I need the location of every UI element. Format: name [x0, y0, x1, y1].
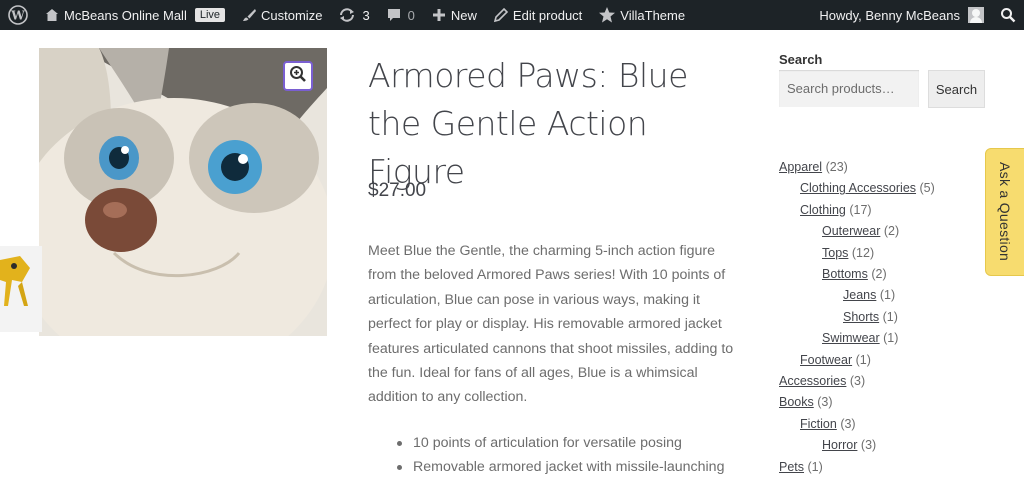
category-link-pets[interactable]: Pets: [779, 460, 804, 474]
villatheme-label: VillaTheme: [620, 7, 686, 23]
pencil-icon: [493, 7, 509, 23]
ask-a-question-tab[interactable]: Ask a Question: [985, 148, 1024, 276]
admin-bar: W McBeans Online Mall Live Customize 3 0…: [0, 0, 1024, 30]
category-link-accessories[interactable]: Accessories: [779, 374, 846, 388]
category-count: (1): [807, 459, 823, 474]
new-content-link[interactable]: New: [423, 0, 485, 30]
my-account-menu[interactable]: Howdy, Benny McBeans: [811, 0, 992, 30]
edit-product-link[interactable]: Edit product: [485, 0, 590, 30]
plus-icon: [431, 7, 447, 23]
gallery-thumbnail[interactable]: [0, 246, 42, 332]
category-count: (17): [849, 202, 872, 217]
category-link-footwear[interactable]: Footwear: [800, 353, 852, 367]
live-badge: Live: [194, 8, 226, 22]
category-link-jeans[interactable]: Jeans: [843, 288, 876, 302]
category-item: Bottoms (2): [779, 264, 935, 285]
category-count: (3): [849, 374, 866, 389]
category-item: Apparel (23): [779, 157, 935, 178]
category-item: Accessories (3): [779, 371, 935, 392]
category-count: (3): [840, 416, 856, 431]
category-link-swimwear[interactable]: Swimwear: [822, 331, 880, 345]
updates-count: 3: [362, 7, 370, 23]
category-link-outerwear[interactable]: Outerwear: [822, 224, 880, 238]
villatheme-link[interactable]: VillaTheme: [590, 0, 693, 30]
home-icon: [44, 7, 60, 23]
category-count: (3): [817, 395, 833, 410]
category-item: Fiction (3): [779, 414, 935, 435]
category-item: Jeans (1): [779, 285, 935, 306]
customize-label: Customize: [261, 7, 323, 23]
category-link-apparel[interactable]: Apparel: [779, 160, 822, 174]
edit-product-label: Edit product: [512, 7, 583, 23]
star-icon: [598, 6, 616, 24]
list-item: Removable armored jacket with missile-la…: [397, 455, 724, 479]
category-item: Swimwear (1): [779, 328, 935, 349]
category-item: Clothing (17): [779, 200, 935, 221]
comment-icon: [386, 7, 402, 23]
category-count: (23): [825, 160, 848, 174]
category-link-books[interactable]: Books: [779, 395, 814, 409]
category-count: (1): [879, 288, 896, 303]
category-link-clothing-accessories[interactable]: Clothing Accessories: [800, 181, 916, 195]
product-image[interactable]: [39, 48, 327, 336]
updates-icon: [338, 7, 356, 23]
admin-search-toggle[interactable]: [992, 0, 1024, 30]
brush-icon: [241, 7, 257, 23]
avatar: [968, 7, 984, 23]
comments-link[interactable]: 0: [378, 0, 423, 30]
zoom-icon: [289, 65, 307, 88]
wordpress-menu[interactable]: W: [0, 0, 36, 30]
search-icon: [1000, 7, 1016, 23]
category-item: Clothing Accessories (5): [779, 178, 935, 199]
category-count: (5): [919, 181, 935, 196]
comments-count: 0: [407, 7, 415, 23]
product-title: Armored Paws: Blue the Gentle Action Fig…: [368, 56, 688, 191]
site-name-link[interactable]: McBeans Online Mall Live: [36, 0, 233, 30]
category-link-clothing[interactable]: Clothing: [800, 203, 846, 217]
category-count: (3): [860, 438, 877, 453]
category-item: Pets (1): [779, 457, 935, 478]
category-item: Books (3): [779, 392, 935, 413]
product-price: $27.00: [368, 180, 427, 201]
product-description: Meet Blue the Gentle, the charming 5-inc…: [368, 243, 734, 406]
category-list: Apparel (23) Clothing Accessories (5) Cl…: [779, 157, 935, 478]
ask-a-question-label: Ask a Question: [997, 162, 1013, 262]
category-link-shorts[interactable]: Shorts: [843, 310, 879, 324]
search-widget-title: Search: [779, 52, 823, 67]
list-item: 10 points of articulation for versatile …: [397, 431, 724, 455]
image-zoom-button[interactable]: [283, 61, 313, 91]
category-count: (2): [871, 267, 887, 282]
svg-text:W: W: [10, 9, 25, 23]
category-item: Shorts (1): [779, 307, 935, 328]
category-count: (1): [883, 331, 899, 346]
category-count: (2): [883, 224, 900, 239]
howdy-text: Howdy, Benny McBeans: [819, 7, 960, 23]
category-item: Tops (12): [779, 243, 935, 264]
search-input[interactable]: [779, 70, 919, 107]
feature-list: 10 points of articulation for versatile …: [397, 431, 724, 480]
customize-link[interactable]: Customize: [233, 0, 330, 30]
category-item: Footwear (1): [779, 350, 935, 371]
wordpress-icon: W: [8, 5, 28, 25]
category-count: (1): [855, 352, 871, 367]
new-label: New: [450, 7, 477, 23]
category-link-tops[interactable]: Tops: [822, 246, 848, 260]
category-count: (1): [882, 309, 898, 324]
updates-link[interactable]: 3: [330, 0, 377, 30]
category-item: Horror (3): [779, 435, 935, 456]
category-link-horror[interactable]: Horror: [822, 438, 857, 452]
category-item: Outerwear (2): [779, 221, 935, 242]
site-name: McBeans Online Mall: [64, 7, 187, 23]
category-link-fiction[interactable]: Fiction: [800, 417, 837, 431]
search-button[interactable]: Search: [928, 70, 985, 108]
category-link-bottoms[interactable]: Bottoms: [822, 267, 868, 281]
category-count: (12): [851, 245, 875, 260]
